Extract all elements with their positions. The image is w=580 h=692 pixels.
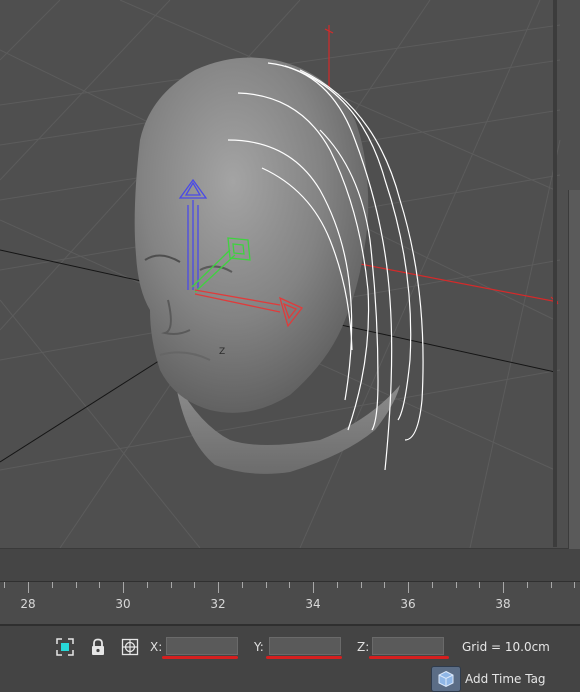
add-time-tag-button[interactable] [431,666,461,692]
z-coordinate-field[interactable] [372,637,444,655]
timeline-minor-tick [550,582,552,588]
timeline-minor-tick [123,582,124,593]
timeline-tick-label: 30 [115,597,131,611]
selection-lock-toggle-icon[interactable] [55,637,75,657]
timeline-tick-label: 36 [400,597,416,611]
timeline-minor-tick [265,582,267,588]
timeline-minor-tick [313,582,314,593]
lock-icon[interactable] [88,637,108,657]
timeline-minor-tick [526,582,528,588]
grid-size-readout: Grid = 10.0cm [462,640,550,654]
right-panel-scrollbar[interactable] [568,190,580,550]
timeline-tick-label: 38 [495,597,511,611]
timeline-minor-tick [170,582,172,588]
timeline-minor-tick [384,582,386,588]
timeline-minor-tick [289,582,291,588]
timeline-minor-tick [51,582,53,588]
timeline-minor-tick [218,582,219,593]
viewport-frame [0,0,557,547]
add-time-tag-label[interactable]: Add Time Tag [465,672,546,686]
timeline-tick-label: 28 [20,597,36,611]
y-coordinate-label: Y: [254,640,264,654]
timeline-minor-tick [574,582,576,588]
timeline-minor-tick [75,582,77,588]
timeline-minor-tick [479,582,481,588]
x-coordinate-label: X: [150,640,163,654]
timeline-minor-tick [28,582,29,593]
absolute-relative-mode-icon[interactable] [120,637,140,657]
timeline-minor-tick [194,582,196,588]
y-coordinate-field[interactable] [269,637,341,655]
timeline-minor-tick [99,582,101,588]
z-field-underline [369,656,449,659]
x-coordinate-field[interactable] [166,637,238,655]
timeline-minor-tick [360,582,362,588]
timeline-minor-tick [4,582,6,588]
x-field-underline [162,656,238,659]
status-bar: X: Y: Z: Grid = 10.0cm Add Time Tag [0,626,580,692]
timeline-minor-tick [336,582,338,588]
y-field-underline [266,656,342,659]
timeline-ruler[interactable]: 28 30 32 34 36 38 [0,581,580,626]
timeline-tick-label: 34 [305,597,321,611]
timeline-minor-tick [455,582,457,588]
panel-gap [0,549,580,581]
z-coordinate-label: Z: [357,640,370,654]
timeline-minor-tick [146,582,148,588]
timeline-minor-tick [408,582,409,593]
timeline-minor-tick [241,582,243,588]
3d-viewport[interactable]: Z [0,0,580,550]
timeline-minor-tick [503,582,504,593]
timeline-tick-label: 32 [210,597,226,611]
timeline-minor-tick [431,582,433,588]
time-tag-cube-icon [438,670,454,688]
